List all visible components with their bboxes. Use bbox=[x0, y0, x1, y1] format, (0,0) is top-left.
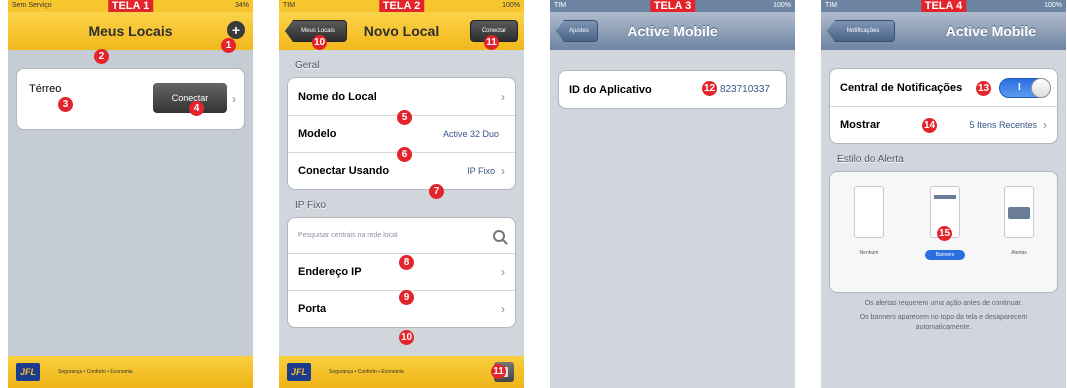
marker-12: 12 bbox=[702, 81, 717, 96]
screen-2: TIM 100% TELA 2 Meus Locais Novo Local C… bbox=[279, 0, 524, 388]
battery-text: 100% bbox=[502, 2, 520, 9]
section-alert-style: Estilo do Alerta bbox=[837, 154, 904, 165]
notification-toggle[interactable]: I bbox=[999, 77, 1051, 98]
chevron-right-icon: › bbox=[501, 89, 505, 104]
carrier-text: Sem Serviço bbox=[12, 2, 52, 9]
nav-title: Novo Local bbox=[363, 23, 440, 39]
row-label: ID do Aplicativo bbox=[569, 83, 652, 96]
general-group: Nome do Local › Modelo Active 32 Duo Con… bbox=[287, 77, 516, 190]
marker-15: 15 bbox=[937, 226, 952, 241]
alert-description-2: Os banners aparecem no topo da tela e de… bbox=[859, 314, 1028, 331]
section-general: Geral bbox=[295, 60, 320, 71]
notification-group: Central de Notificações I Mostrar 5 Iten… bbox=[829, 68, 1058, 144]
marker-13: 13 bbox=[976, 81, 991, 96]
add-location-button[interactable]: + bbox=[227, 21, 245, 39]
plus-icon: + bbox=[231, 22, 241, 38]
marker-1: 1 bbox=[221, 38, 236, 53]
chevron-right-icon: › bbox=[501, 265, 505, 279]
marker-10: 10 bbox=[399, 330, 414, 345]
screen-4: TIM 100% TELA 4 Notificações Active Mobi… bbox=[821, 0, 1066, 388]
row-label: Conectar Usando bbox=[298, 165, 390, 177]
jfl-logo: JFL bbox=[16, 363, 40, 381]
screen-1: Sem Serviço 34% TELA 1 Meus Locais + 1 2… bbox=[8, 0, 253, 388]
row-value: 823710337 bbox=[719, 84, 770, 95]
location-name: Térreo bbox=[29, 83, 62, 95]
carrier-text: TIM bbox=[825, 2, 838, 9]
footer-bar: JFL Segurança • Conforto • Economia bbox=[8, 356, 253, 388]
back-button[interactable]: Notificações bbox=[827, 20, 895, 42]
row-show[interactable]: Mostrar 5 Itens Recentes › bbox=[830, 106, 1057, 143]
location-list: Térreo Conectar › bbox=[16, 68, 245, 130]
back-button[interactable]: Ajustes bbox=[556, 20, 598, 42]
toggle-knob bbox=[1031, 77, 1051, 98]
section-ip: IP Fixo bbox=[295, 200, 326, 211]
connect-nav-label: Conectar bbox=[481, 28, 507, 34]
marker-11: 11 bbox=[491, 364, 506, 379]
chevron-right-icon: › bbox=[501, 302, 505, 316]
row-label: Porta bbox=[298, 303, 327, 315]
style-label-alerts[interactable]: Alertas bbox=[999, 250, 1039, 256]
style-label-none[interactable]: Nenhum bbox=[849, 250, 889, 256]
chevron-right-icon: › bbox=[232, 92, 236, 106]
marker-6: 6 bbox=[397, 147, 412, 162]
app-id-group: ID do Aplicativo 823710337 bbox=[558, 70, 787, 109]
row-value: 5 Itens Recentes bbox=[969, 120, 1037, 130]
marker-3: 3 bbox=[58, 97, 73, 112]
style-alerts-preview[interactable] bbox=[1004, 186, 1034, 238]
screen-3: TIM 100% TELA 3 Ajustes Active Mobile ID… bbox=[550, 0, 795, 388]
nav-bar: Meus Locais + bbox=[8, 12, 253, 50]
marker-2: 2 bbox=[94, 49, 109, 64]
nav-bar: Ajustes Active Mobile bbox=[550, 12, 795, 50]
row-value: IP Fixo bbox=[467, 166, 495, 176]
carrier-text: TIM bbox=[554, 2, 567, 9]
marker-9: 9 bbox=[399, 290, 414, 305]
battery-text: 100% bbox=[1044, 2, 1062, 9]
search-local-network[interactable]: Pesquisar centrais na rede local bbox=[288, 218, 515, 253]
style-label-banners[interactable]: Banners bbox=[925, 250, 965, 260]
jfl-logo: JFL bbox=[287, 363, 311, 381]
style-none-preview[interactable] bbox=[854, 186, 884, 238]
banner-strip bbox=[934, 195, 956, 199]
marker-8: 8 bbox=[399, 255, 414, 270]
back-button-label: Meus Locais bbox=[301, 28, 335, 34]
marker-5: 5 bbox=[397, 110, 412, 125]
battery-text: 34% bbox=[234, 2, 249, 9]
nav-title: Active Mobile bbox=[945, 23, 1036, 39]
location-item[interactable]: Térreo Conectar › bbox=[17, 69, 244, 129]
footer-bar: JFL Segurança • Conforto • Economia bbox=[279, 356, 524, 388]
carrier-text: TIM bbox=[283, 2, 296, 9]
footer-tagline: Segurança • Conforto • Economia bbox=[329, 369, 404, 375]
nav-bar: Notificações Active Mobile bbox=[821, 12, 1066, 50]
toggle-label: I bbox=[1018, 81, 1021, 93]
search-placeholder: Pesquisar centrais na rede local bbox=[298, 232, 398, 239]
back-button-label: Ajustes bbox=[569, 28, 589, 34]
chevron-right-icon: › bbox=[501, 164, 505, 178]
back-button-label: Notificações bbox=[846, 28, 880, 34]
search-icon bbox=[493, 229, 508, 245]
marker-11: 11 bbox=[484, 35, 499, 50]
row-label: Mostrar bbox=[840, 119, 881, 131]
footer-tagline: Segurança • Conforto • Economia bbox=[58, 369, 133, 375]
row-label: Modelo bbox=[298, 128, 337, 140]
row-app-id: ID do Aplicativo 823710337 bbox=[559, 71, 786, 108]
nav-title: Active Mobile bbox=[627, 23, 718, 39]
row-label: Endereço IP bbox=[298, 266, 362, 278]
row-label: Nome do Local bbox=[298, 90, 377, 103]
connect-button-label: Conectar bbox=[171, 93, 209, 103]
battery-text: 100% bbox=[773, 2, 791, 9]
row-value: Active 32 Duo bbox=[442, 129, 499, 139]
marker-4: 4 bbox=[189, 101, 204, 116]
chevron-right-icon: › bbox=[1043, 118, 1047, 132]
alert-box bbox=[1008, 207, 1030, 219]
marker-7: 7 bbox=[429, 184, 444, 199]
alert-description-1: Os alertas requerem uma ação antes de co… bbox=[864, 300, 1023, 307]
screens-composite: Sem Serviço 34% TELA 1 Meus Locais + 1 2… bbox=[0, 0, 1067, 388]
marker-10: 10 bbox=[312, 35, 327, 50]
ip-group: Pesquisar centrais na rede local Endereç… bbox=[287, 217, 516, 328]
marker-14: 14 bbox=[922, 118, 937, 133]
row-notification-center: Central de Notificações I bbox=[830, 69, 1057, 106]
nav-title: Meus Locais bbox=[88, 23, 173, 39]
